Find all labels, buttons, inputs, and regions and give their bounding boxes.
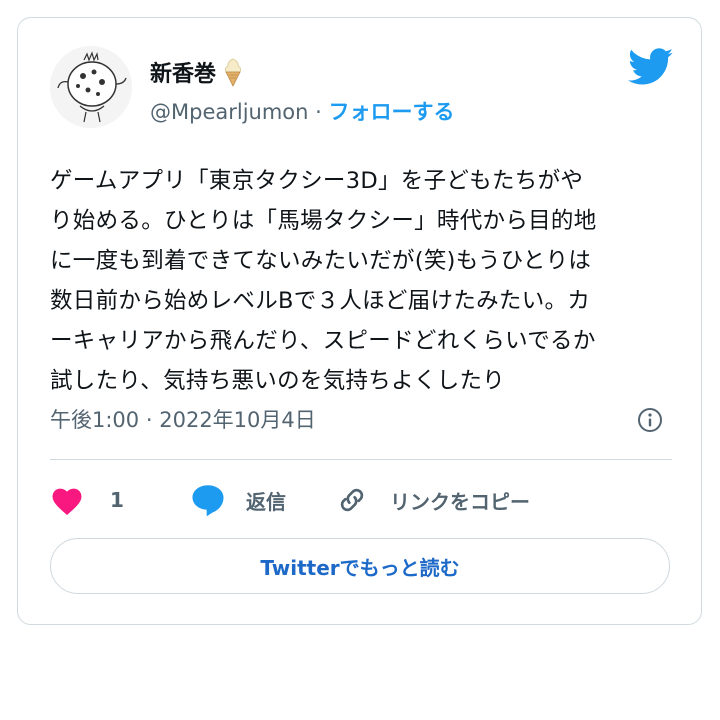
reply-button[interactable]: 返信 — [190, 480, 286, 520]
author-name-row: 新香巻 — [150, 56, 244, 88]
info-icon[interactable] — [636, 406, 664, 434]
author-handle-row: @Mpearljumon · フォローする — [150, 96, 455, 126]
avatar-drawing-icon — [50, 46, 132, 128]
read-more-label: Twitterでもっと読む — [260, 555, 460, 580]
author-handle[interactable]: @Mpearljumon — [150, 100, 308, 124]
heart-icon — [52, 488, 82, 516]
tweet-timestamp[interactable]: 午後1:00 · 2022年10月4日 — [50, 404, 316, 434]
timestamp-separator: · — [145, 408, 153, 432]
reply-label: 返信 — [246, 489, 286, 514]
tweet-line: ーキャリアから飛んだり、スピードどれくらいでるか — [50, 328, 596, 354]
author-name[interactable]: 新香巻 — [150, 56, 216, 88]
read-more-button[interactable]: Twitterでもっと読む — [50, 538, 670, 594]
copy-link-label: リンクをコピー — [390, 489, 530, 514]
twitter-bird-icon[interactable] — [628, 48, 674, 86]
follow-link[interactable]: フォローする — [329, 100, 455, 124]
reply-bubble-icon — [192, 485, 224, 517]
tweet-line: り始める。ひとりは「馬場タクシー」時代から目的地 — [50, 208, 597, 234]
tweet-line: ゲームアプリ「東京タクシー3D」を子どもたちがや — [50, 168, 584, 194]
tweet-line: 試したり、気持ち悪いのを気持ちよくしたり — [50, 368, 506, 394]
tweet-text: ゲームアプリ「東京タクシー3D」を子どもたちがや り始める。ひとりは「馬場タクシ… — [50, 161, 680, 401]
like-button[interactable]: 1 — [50, 480, 124, 520]
handle-separator: · — [315, 100, 322, 124]
tweet-line: に一度も到着できてないみたいだが(笑)もうひとりは — [50, 248, 592, 274]
copy-link-button[interactable]: リンクをコピー — [336, 480, 530, 520]
tweet-card: 新香巻 @Mpearljumon · フォローする ゲームアプリ「東京タクシー3… — [17, 17, 702, 625]
tweet-date: 2022年10月4日 — [159, 408, 316, 432]
like-count: 1 — [110, 488, 124, 512]
soft-serve-icon — [224, 58, 242, 87]
tweet-time: 午後1:00 — [50, 408, 140, 432]
tweet-actions: 1 返信 リンクをコピー — [50, 480, 670, 520]
tweet-line: 数日前から始めレベルBで３人ほど届けたみたい。カ — [50, 288, 591, 314]
link-icon — [340, 488, 364, 512]
divider — [50, 459, 672, 460]
avatar[interactable] — [50, 46, 132, 128]
